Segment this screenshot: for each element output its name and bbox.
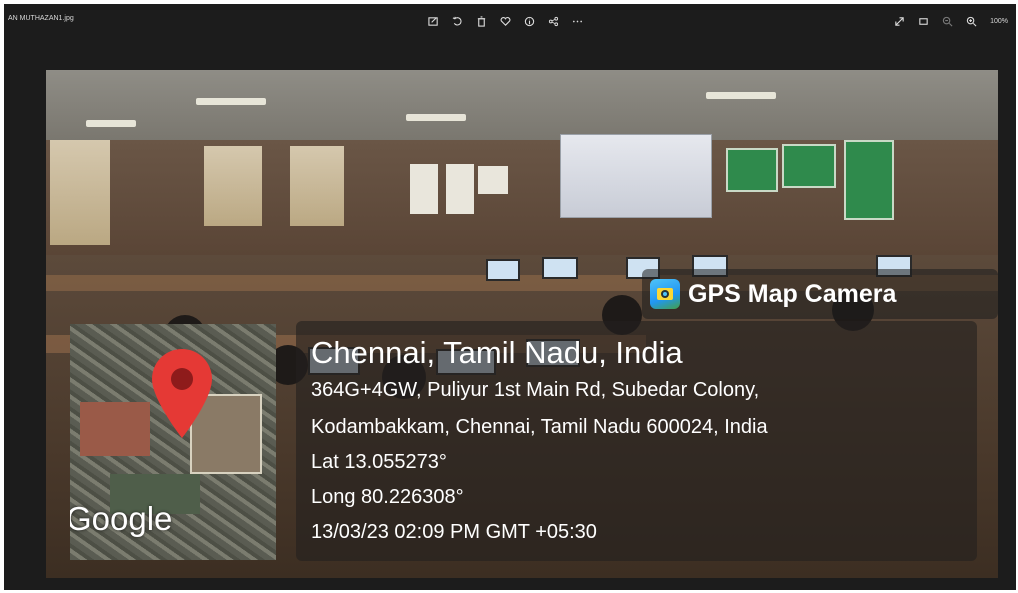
wall-poster xyxy=(446,164,474,214)
expand-icon[interactable] xyxy=(890,12,908,30)
favorite-icon[interactable] xyxy=(496,12,514,30)
notice-board xyxy=(844,140,894,220)
file-name: AN MUTHAZAN1.jpg xyxy=(8,15,74,22)
photo-viewer-window: AN MUTHAZAN1.jpg 100% GPS Map Camera Goo… xyxy=(4,4,1016,590)
photo-wall xyxy=(46,140,998,255)
map-ground-patch xyxy=(80,402,150,456)
notice-board xyxy=(726,148,778,192)
address-line-1: 364G+4GW, Puliyur 1st Main Rd, Subedar C… xyxy=(311,379,760,401)
ceiling-light xyxy=(196,98,266,105)
latitude: Lat 13.055273° xyxy=(311,451,447,473)
timestamp: 13/03/23 02:09 PM GMT +05:30 xyxy=(311,521,597,543)
photo-image: GPS Map Camera Google Chennai, Tamil Nad… xyxy=(46,70,998,578)
location-pin-icon xyxy=(152,349,212,438)
toolbar-actions xyxy=(424,12,586,30)
window xyxy=(204,146,262,226)
edit-icon[interactable] xyxy=(424,12,442,30)
projector-screen xyxy=(560,134,712,218)
rotate-icon[interactable] xyxy=(448,12,466,30)
window xyxy=(290,146,344,226)
more-icon[interactable] xyxy=(568,12,586,30)
zoom-in-icon[interactable] xyxy=(962,12,980,30)
notice-board xyxy=(782,144,836,188)
share-icon[interactable] xyxy=(544,12,562,30)
computer-monitor xyxy=(486,259,520,281)
map-thumbnail: Google xyxy=(70,324,276,560)
longitude: Long 80.226308° xyxy=(311,486,464,508)
viewer-toolbar: AN MUTHAZAN1.jpg 100% xyxy=(4,4,1016,38)
window xyxy=(50,140,110,245)
delete-icon[interactable] xyxy=(472,12,490,30)
fit-icon[interactable] xyxy=(914,12,932,30)
google-logo: Google xyxy=(70,500,173,537)
location-title: Chennai, Tamil Nadu, India xyxy=(311,335,683,370)
gps-app-banner: GPS Map Camera xyxy=(642,269,998,319)
ceiling-light xyxy=(86,120,136,127)
address-line-2: Kodambakkam, Chennai, Tamil Nadu 600024,… xyxy=(311,416,768,438)
wall-poster xyxy=(478,166,508,194)
gps-app-name: GPS Map Camera xyxy=(688,279,897,308)
gps-map-camera-icon xyxy=(650,279,680,309)
zoom-out-icon[interactable] xyxy=(938,12,956,30)
photo-ceiling xyxy=(46,70,998,140)
zoom-level[interactable]: 100% xyxy=(990,18,1008,25)
wall-poster xyxy=(410,164,438,214)
info-icon[interactable] xyxy=(520,12,538,30)
toolbar-view-controls: 100% xyxy=(890,12,1008,30)
ceiling-light xyxy=(406,114,466,121)
ceiling-light xyxy=(706,92,776,99)
computer-monitor xyxy=(542,257,578,279)
